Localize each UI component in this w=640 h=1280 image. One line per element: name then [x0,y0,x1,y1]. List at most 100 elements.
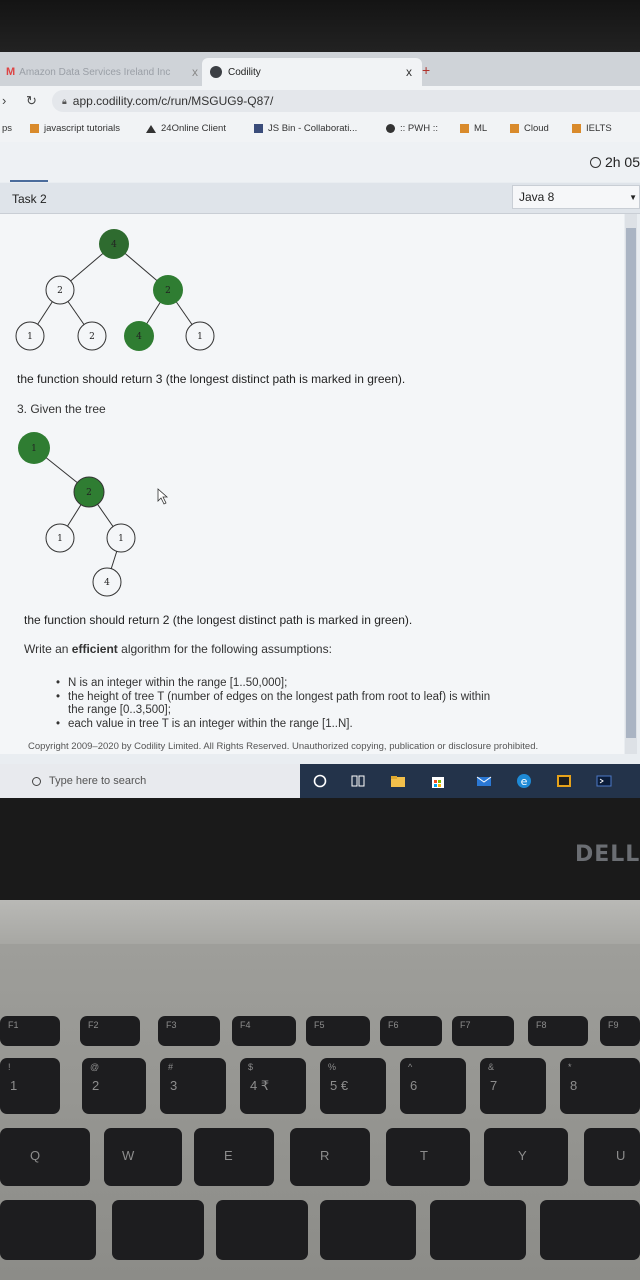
task-description: 4 2 2 1 2 4 1 1 2 1 1 4 the function sho… [0,214,624,754]
key-f6[interactable]: F6 [380,1016,442,1046]
list-item: the height of tree T (number of edges on… [56,691,490,705]
key-label: Y [518,1148,527,1163]
key-a[interactable] [0,1200,96,1260]
url-input[interactable]: 🔒︎ app.codility.com/c/run/MSGUG9-Q87/ [52,90,640,112]
tree-1: 4 2 2 1 2 4 1 [15,229,215,351]
bookmark-cloud[interactable]: Cloud [510,123,549,134]
close-icon[interactable]: x [192,65,198,79]
key-label: 4 ₹ [250,1078,270,1093]
key-f[interactable] [320,1200,416,1260]
key-g[interactable] [430,1200,526,1260]
address-bar-row: › ↻ 🔒︎ app.codility.com/c/run/MSGUG9-Q87… [0,86,640,116]
key-label: F4 [240,1020,251,1030]
key-q[interactable]: Q [0,1128,90,1186]
taskbar-search[interactable]: Type here to search [0,764,300,798]
key-5[interactable]: % 5 € [320,1058,386,1114]
intro-prefix: Write an [24,642,72,656]
key-f2[interactable]: F2 [80,1016,140,1046]
tree-node-label: 1 [197,332,203,342]
key-u[interactable]: U [584,1128,640,1186]
bookmark-label: 24Online Client [161,123,226,134]
key-h[interactable] [540,1200,640,1260]
timer-bar: 2h 05 [0,142,640,182]
language-value: Java 8 [519,190,555,204]
tree-node-label: 2 [86,488,92,498]
bookmark-javascript-tutorials[interactable]: javascript tutorials [30,123,120,134]
key-3[interactable]: #3 [160,1058,226,1114]
screen: M Amazon Data Services Ireland Inc x Cod… [0,52,640,798]
file-explorer-icon[interactable] [390,773,406,789]
new-tab-button[interactable]: + [422,62,430,78]
key-f3[interactable]: F3 [158,1016,220,1046]
edge-icon[interactable]: e [516,773,532,789]
key-label: # [168,1062,174,1072]
task-header: Task 2 Java 8 ▼ [0,183,640,214]
key-7[interactable]: & 7 [480,1058,546,1114]
clock-icon [589,156,601,168]
key-1[interactable]: ! 1 [0,1058,60,1114]
key-8[interactable]: * 8 [560,1058,640,1114]
intro-suffix: algorithm for the following assumptions: [117,642,332,656]
key-label: * [568,1062,572,1072]
key-label: F2 [88,1020,99,1030]
key-label: R [320,1148,330,1163]
tab-codility[interactable]: Codility x [202,58,422,86]
key-label: & [488,1062,495,1072]
task-label[interactable]: Task 2 [12,192,47,206]
key-f5[interactable]: F5 [306,1016,370,1046]
key-d[interactable] [216,1200,308,1260]
tab-amazon[interactable]: M Amazon Data Services Ireland Inc x [0,58,206,86]
key-label: U [616,1148,626,1163]
key-6[interactable]: ^ 6 [400,1058,466,1114]
key-label: F8 [536,1020,547,1030]
bookmark-label: ML [474,123,488,134]
bookmark-label: JS Bin - Collaborati... [268,123,358,134]
key-2[interactable]: @2 [82,1058,146,1114]
tab-label: Amazon Data Services Ireland Inc [19,66,171,78]
key-e[interactable]: E [194,1128,274,1186]
key-f1[interactable]: F1 [0,1016,60,1046]
key-4[interactable]: $4 ₹ [240,1058,306,1114]
key-label: $ [248,1062,254,1072]
key-f7[interactable]: F7 [452,1016,514,1046]
bookmark-ml[interactable]: ML [460,123,487,134]
key-label: F9 [608,1020,619,1030]
key-r[interactable]: R [290,1128,370,1186]
bookmark-24online[interactable]: 24Online Client [146,123,226,134]
key-t[interactable]: T [386,1128,470,1186]
store-icon[interactable] [430,773,446,789]
tree-node-label: 1 [27,332,33,342]
lock-icon: 🔒︎ [62,95,67,106]
close-icon[interactable]: x [406,65,412,79]
mail-icon[interactable] [476,773,492,789]
scrollbar-thumb[interactable] [626,228,636,738]
terminal-icon[interactable] [596,773,612,789]
task-view-icon[interactable] [350,773,366,789]
bookmark-apps[interactable]: ps [2,123,12,134]
scrollbar[interactable] [625,214,637,754]
svg-text:e: e [521,775,528,788]
cortana-icon[interactable] [312,773,328,789]
key-y[interactable]: Y [484,1128,568,1186]
key-w[interactable]: W [104,1128,182,1186]
gmail-icon: M [6,66,16,78]
intro-bold: efficient [71,642,118,656]
key-label: 3 [170,1078,178,1093]
assumptions-intro: Write an efficient algorithm for the fol… [24,642,332,656]
timer-text: 2h 05 [604,154,640,170]
app-icon[interactable] [556,773,572,789]
tab-label: Codility [228,66,261,78]
key-f9[interactable]: F9 [600,1016,640,1046]
key-s[interactable] [112,1200,204,1260]
bookmark-jsbin[interactable]: JS Bin - Collaborati... [254,123,357,134]
bookmark-pwh[interactable]: :: PWH :: [386,123,438,134]
key-f4[interactable]: F4 [232,1016,296,1046]
forward-icon[interactable]: › [2,93,6,108]
language-select[interactable]: Java 8 ▼ [512,185,640,209]
reload-icon[interactable]: ↻ [26,93,37,109]
key-label: F1 [8,1020,19,1030]
key-label: T [420,1148,428,1163]
key-f8[interactable]: F8 [528,1016,588,1046]
bookmark-label: ps [2,123,13,134]
bookmark-ielts[interactable]: IELTS [572,123,612,134]
